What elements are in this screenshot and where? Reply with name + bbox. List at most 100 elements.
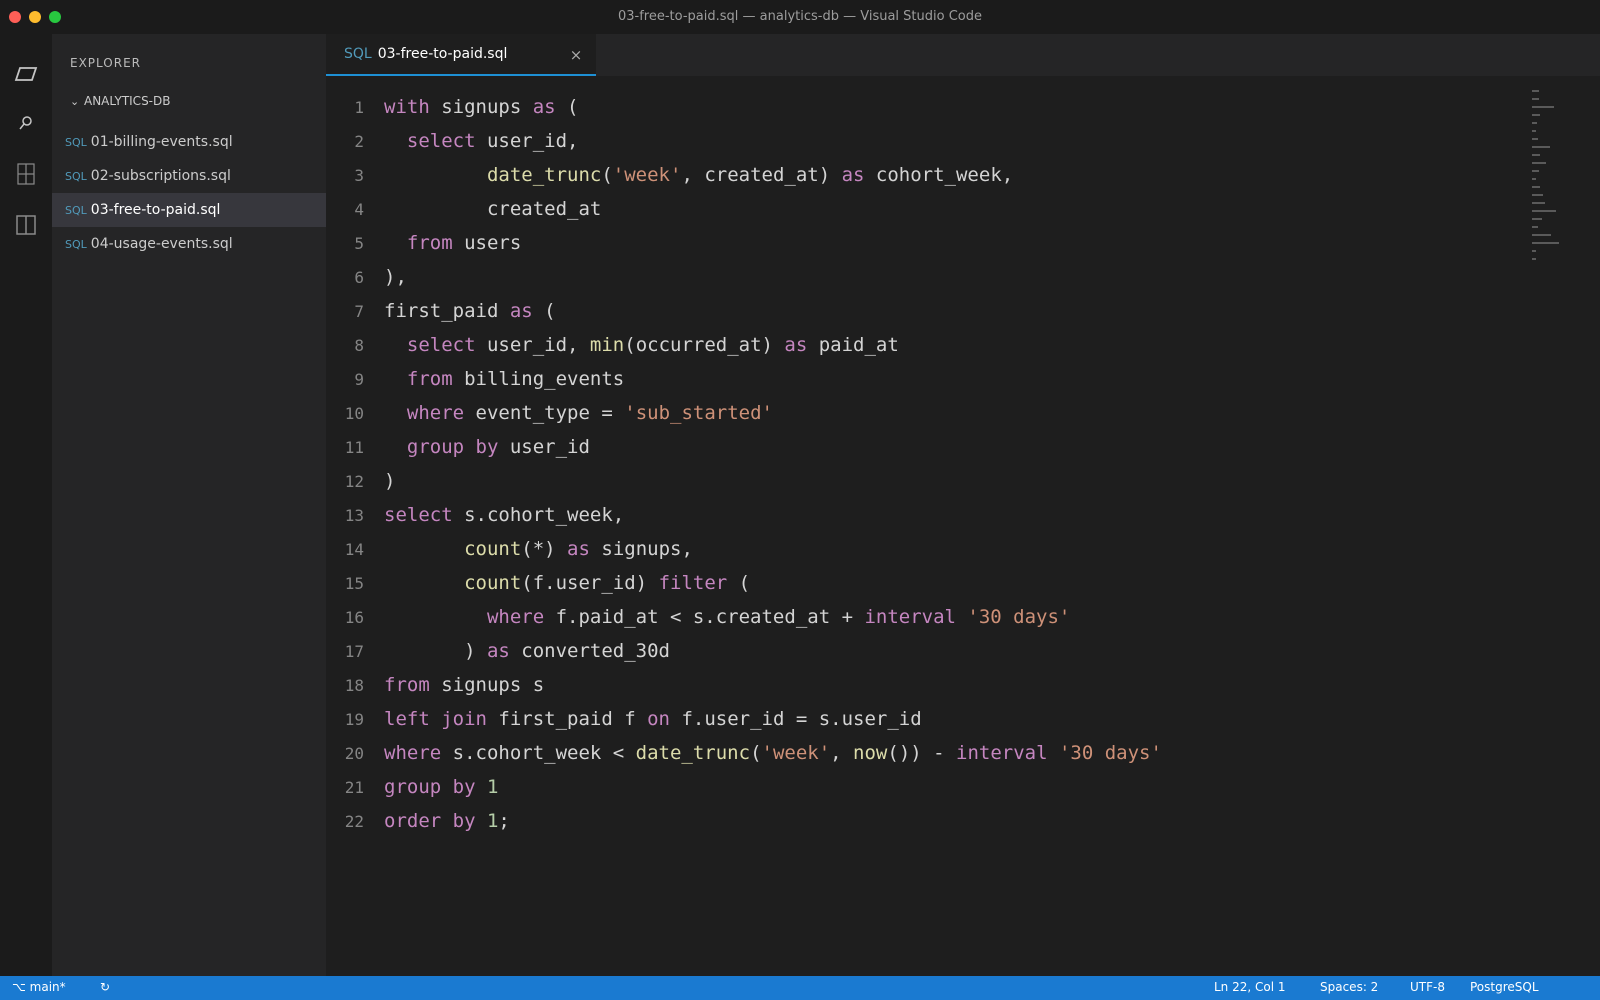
minimap[interactable] <box>1532 90 1568 270</box>
explorer-sidebar: EXPLORER ⌄ ANALYTICS-DB SQL 01-billing-e… <box>52 34 326 976</box>
line-number: 1 <box>354 97 364 117</box>
line-number: 4 <box>354 199 364 219</box>
code-line[interactable]: 10 where event_type = 'sub_started' <box>326 396 773 430</box>
sql-file-icon: SQL <box>65 237 87 251</box>
line-code: ) <box>384 470 396 492</box>
minimap-line <box>1532 170 1540 172</box>
line-number: 19 <box>344 709 364 729</box>
code-line[interactable]: 16 where f.paid_at < s.created_at + inte… <box>326 600 1071 634</box>
code-line[interactable]: 3 date_trunc('week', created_at) as coho… <box>326 158 1013 192</box>
line-number: 8 <box>354 335 364 355</box>
explorer-title: EXPLORER <box>70 56 141 70</box>
code-line[interactable]: 22 order by 1; <box>326 804 510 838</box>
folder-analytics-db[interactable]: ⌄ ANALYTICS-DB <box>70 94 170 108</box>
file-item-02-subscriptions[interactable]: SQL 02-subscriptions.sql <box>52 159 326 193</box>
line-code: select user_id, min(occurred_at) as paid… <box>406 334 899 356</box>
code-line[interactable]: 2 select user_id, <box>326 124 578 158</box>
language-mode[interactable]: PostgreSQL <box>1470 980 1539 994</box>
minimap-line <box>1532 234 1551 236</box>
line-code: from billing_events <box>406 368 625 390</box>
sql-file-icon: SQL <box>65 203 87 217</box>
code-line[interactable]: 7 first_paid as ( <box>326 294 555 328</box>
line-code: group by user_id <box>406 436 590 458</box>
file-item-03-free-to-paid[interactable]: SQL 03-free-to-paid.sql <box>52 193 326 227</box>
line-number: 3 <box>354 165 364 185</box>
file-label: 04-usage-events.sql <box>90 236 233 252</box>
close-tab-icon[interactable]: × <box>568 46 584 64</box>
line-code: with signups as ( <box>384 96 579 118</box>
line-code: select s.cohort_week, <box>384 504 625 526</box>
file-label: 03-free-to-paid.sql <box>90 202 221 218</box>
code-editor[interactable]: 1 with signups as (2 select user_id, 3 dat… <box>326 76 1600 976</box>
minimap-line <box>1532 146 1550 148</box>
search-icon[interactable] <box>0 103 52 143</box>
chevron-down-icon: ⌄ <box>70 94 80 108</box>
indentation-status[interactable]: Spaces: 2 <box>1320 980 1378 994</box>
line-number: 20 <box>344 743 364 763</box>
line-code: where f.paid_at < s.created_at + interva… <box>486 606 1071 628</box>
line-code: ) as converted_30d <box>384 640 670 662</box>
code-line[interactable]: 8 select user_id, min(occurred_at) as pa… <box>326 328 899 362</box>
line-code: where s.cohort_week < date_trunc('week',… <box>384 742 1162 764</box>
file-label: 01-billing-events.sql <box>90 134 233 150</box>
line-code: ), <box>384 266 407 288</box>
code-line[interactable]: 6), <box>326 260 407 294</box>
branch-name: main* <box>29 980 66 994</box>
line-number: 12 <box>344 471 364 491</box>
line-number: 9 <box>354 369 364 389</box>
code-line[interactable]: 21 group by 1 <box>326 770 499 804</box>
line-code: select user_id, <box>406 130 579 152</box>
code-line[interactable]: 18 from signups s <box>326 668 544 702</box>
line-number: 6 <box>354 267 364 287</box>
code-line[interactable]: 20 where s.cohort_week < date_trunc('week… <box>326 736 1162 770</box>
code-line[interactable]: 12) <box>326 464 396 498</box>
line-number: 2 <box>354 131 364 151</box>
minimap-line <box>1532 258 1537 260</box>
code-line[interactable]: 1 with signups as ( <box>326 90 579 124</box>
source-control-icon[interactable] <box>0 154 52 194</box>
encoding-status[interactable]: UTF-8 <box>1410 980 1445 994</box>
line-number: 7 <box>354 301 364 321</box>
code-line[interactable]: 19 left join first_paid f on f.user_id = … <box>326 702 922 736</box>
minimap-line <box>1532 186 1541 188</box>
file-item-04-usage-events[interactable]: SQL 04-usage-events.sql <box>52 227 326 261</box>
minimap-line <box>1532 250 1536 252</box>
line-number: 11 <box>344 437 364 457</box>
code-line[interactable]: 14 count(*) as signups, <box>326 532 693 566</box>
file-item-01-billing-events[interactable]: SQL 01-billing-events.sql <box>52 125 326 159</box>
branch-status[interactable]: ⌥ main* <box>12 980 66 994</box>
line-number: 16 <box>344 607 364 627</box>
line-number: 21 <box>344 777 364 797</box>
line-code: date_trunc('week', created_at) as cohort… <box>486 164 1014 186</box>
window-title: 03-free-to-paid.sql — analytics-db — Vis… <box>618 9 982 24</box>
line-number: 17 <box>344 641 364 661</box>
sql-file-icon: SQL <box>65 169 87 183</box>
status-bar: ⌥ main* ↻ Ln 22, Col 1 Spaces: 2 UTF-8 P… <box>0 976 1600 1000</box>
minimap-line <box>1532 114 1540 116</box>
tab-03-free-to-paid[interactable]: SQL 03-free-to-paid.sql × <box>326 34 596 76</box>
minimap-line <box>1532 106 1554 108</box>
code-line[interactable]: 5 from users <box>326 226 521 260</box>
code-line[interactable]: 11 group by user_id <box>326 430 590 464</box>
minimap-line <box>1532 226 1538 228</box>
cursor-position[interactable]: Ln 22, Col 1 <box>1214 980 1286 994</box>
code-line[interactable]: 4 created_at <box>326 192 601 226</box>
editor-tab-bar: SQL 03-free-to-paid.sql × <box>326 34 1600 76</box>
minimap-line <box>1532 130 1536 132</box>
code-line[interactable]: 13 select s.cohort_week, <box>326 498 625 532</box>
sync-icon[interactable]: ↻ <box>100 980 110 994</box>
line-code: where event_type = 'sub_started' <box>406 402 773 424</box>
minimap-line <box>1532 138 1538 140</box>
minimap-line <box>1532 210 1556 212</box>
line-code: from users <box>406 232 522 254</box>
line-number: 5 <box>354 233 364 253</box>
files-icon[interactable] <box>0 54 52 94</box>
line-code: count(*) as signups, <box>464 538 693 560</box>
line-number: 22 <box>344 811 364 831</box>
code-line[interactable]: 17 ) as converted_30d <box>326 634 670 668</box>
line-number: 18 <box>344 675 364 695</box>
minimap-line <box>1532 202 1545 204</box>
code-line[interactable]: 9 from billing_events <box>326 362 624 396</box>
code-line[interactable]: 15 count(f.user_id) filter ( <box>326 566 750 600</box>
split-editor-icon[interactable] <box>0 205 52 245</box>
